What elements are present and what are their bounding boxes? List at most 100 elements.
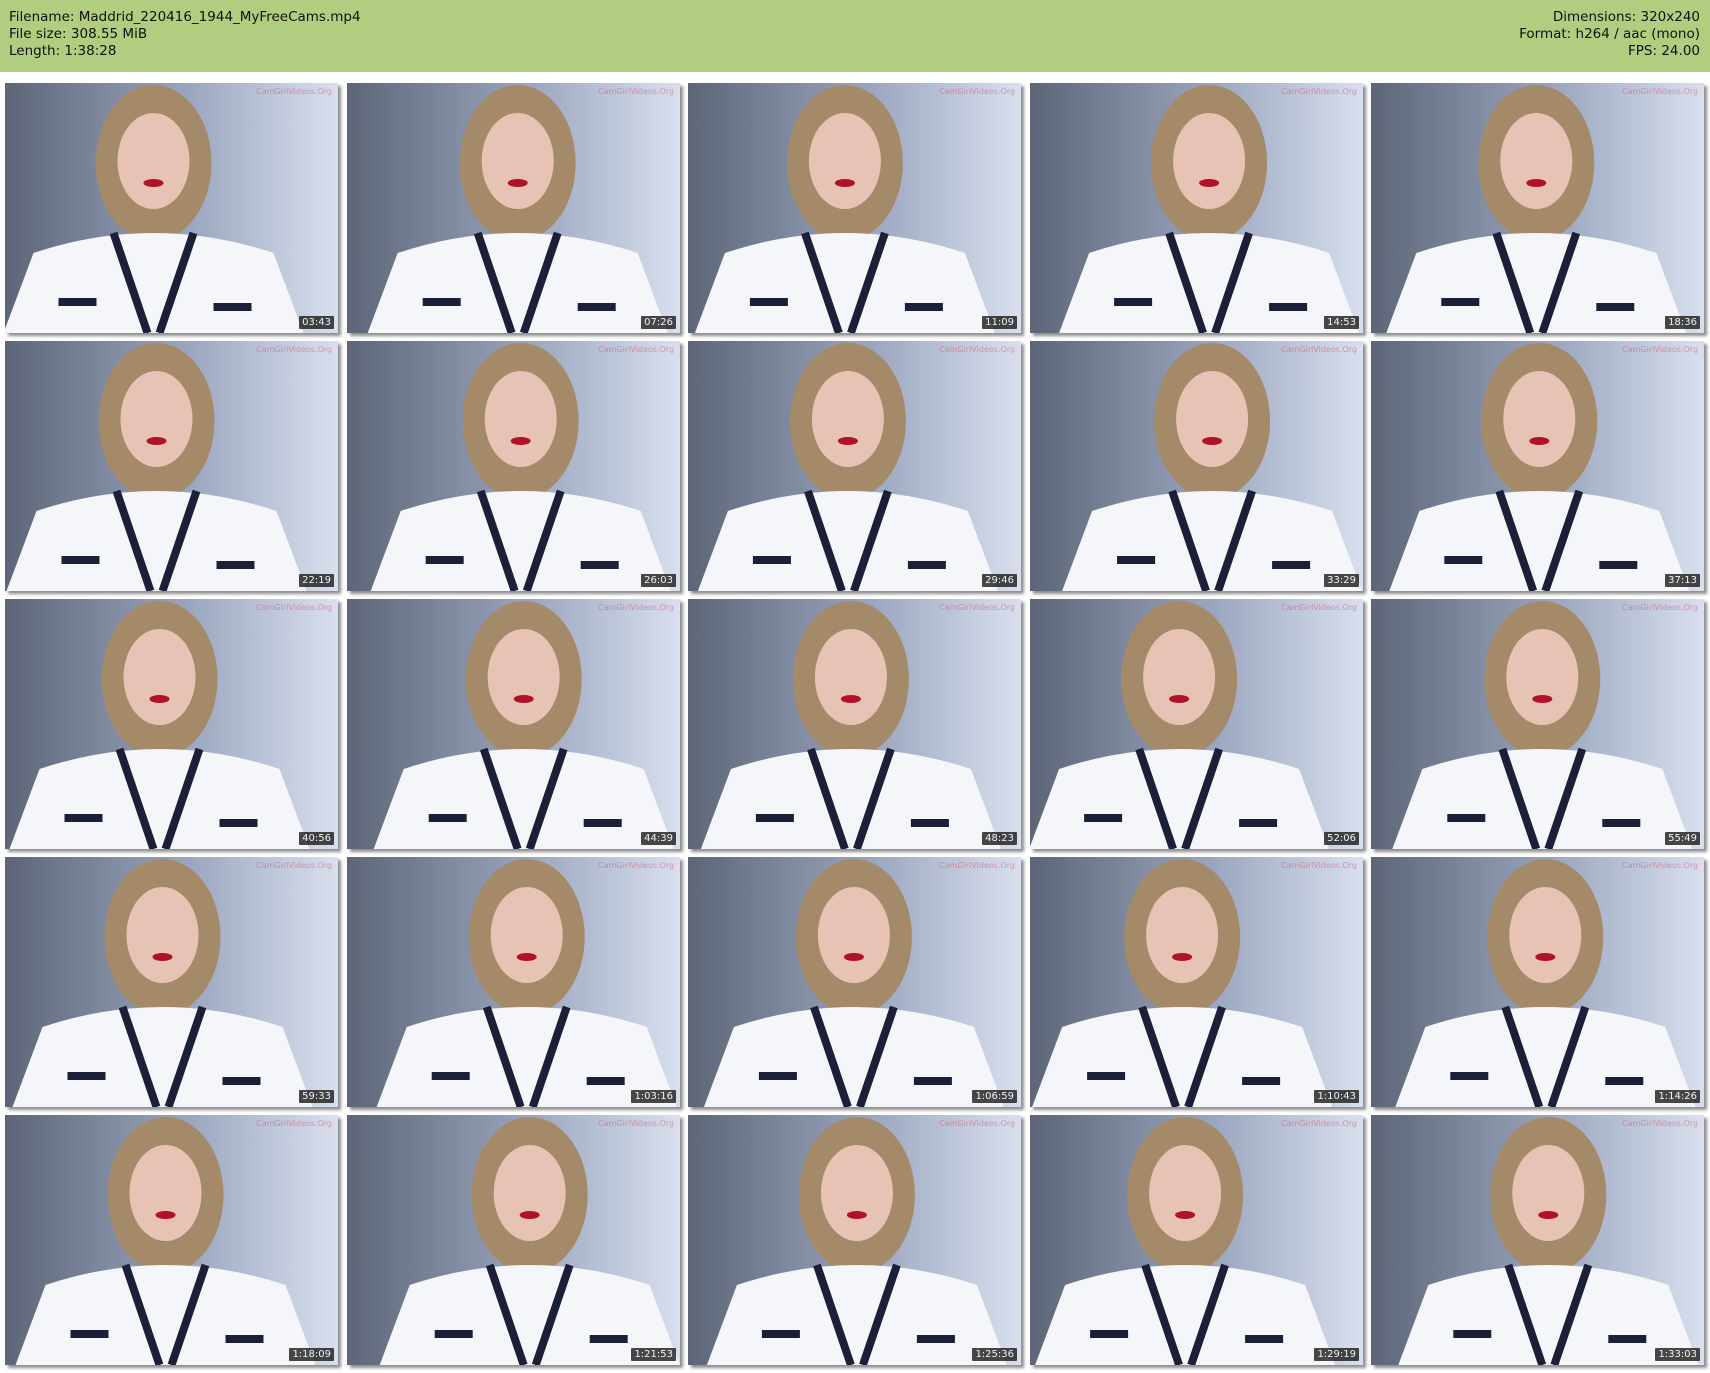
video-thumbnail: CamGirlVideos.Org 11:09 bbox=[688, 83, 1021, 333]
video-thumbnail: CamGirlVideos.Org 1:25:36 bbox=[688, 1115, 1021, 1365]
video-frame-image bbox=[688, 599, 1021, 849]
video-thumbnail: CamGirlVideos.Org 52:06 bbox=[1030, 599, 1363, 849]
video-thumbnail: CamGirlVideos.Org 07:26 bbox=[347, 83, 680, 333]
video-frame-image bbox=[688, 1115, 1021, 1365]
video-thumbnail: CamGirlVideos.Org 55:49 bbox=[1371, 599, 1704, 849]
video-frame-image bbox=[5, 341, 338, 591]
video-frame-image bbox=[1371, 599, 1704, 849]
video-frame-image bbox=[5, 599, 338, 849]
filesize-text: File size: 308.55 MiB bbox=[9, 26, 148, 42]
video-frame-image bbox=[5, 1115, 338, 1365]
thumbnail-timestamp: 37:13 bbox=[1665, 574, 1700, 587]
video-thumbnail: CamGirlVideos.Org 37:13 bbox=[1371, 341, 1704, 591]
thumbnail-timestamp: 44:39 bbox=[641, 832, 676, 845]
thumbnail-timestamp: 14:53 bbox=[1324, 316, 1359, 329]
video-thumbnail: CamGirlVideos.Org 33:29 bbox=[1030, 341, 1363, 591]
video-thumbnail: CamGirlVideos.Org 03:43 bbox=[5, 83, 338, 333]
video-frame-image bbox=[688, 83, 1021, 333]
video-thumbnail: CamGirlVideos.Org 22:19 bbox=[5, 341, 338, 591]
watermark-text: CamGirlVideos.Org bbox=[939, 87, 1015, 96]
thumbnail-timestamp: 1:10:43 bbox=[1314, 1090, 1359, 1103]
video-frame-image bbox=[1030, 857, 1363, 1107]
thumbnail-timestamp: 07:26 bbox=[641, 316, 676, 329]
file-info-left: Filename: Maddrid_220416_1944_MyFreeCams… bbox=[9, 9, 361, 60]
watermark-text: CamGirlVideos.Org bbox=[939, 861, 1015, 870]
thumbnail-timestamp: 1:33:03 bbox=[1655, 1348, 1700, 1361]
video-thumbnail: CamGirlVideos.Org 48:23 bbox=[688, 599, 1021, 849]
watermark-text: CamGirlVideos.Org bbox=[939, 603, 1015, 612]
thumbnail-timestamp: 59:33 bbox=[299, 1090, 334, 1103]
thumbnail-timestamp: 1:21:53 bbox=[631, 1348, 676, 1361]
watermark-text: CamGirlVideos.Org bbox=[256, 603, 332, 612]
thumbnail-timestamp: 55:49 bbox=[1665, 832, 1700, 845]
video-frame-image bbox=[1371, 83, 1704, 333]
video-frame-image bbox=[1030, 341, 1363, 591]
video-frame-image bbox=[1030, 599, 1363, 849]
video-thumbnail: CamGirlVideos.Org 1:03:16 bbox=[347, 857, 680, 1107]
video-frame-image bbox=[1030, 1115, 1363, 1365]
length-text: Length: 1:38:28 bbox=[9, 43, 117, 59]
video-frame-image bbox=[1030, 83, 1363, 333]
watermark-text: CamGirlVideos.Org bbox=[1622, 861, 1698, 870]
thumbnail-timestamp: 11:09 bbox=[982, 316, 1017, 329]
video-thumbnail: CamGirlVideos.Org 40:56 bbox=[5, 599, 338, 849]
thumbnail-timestamp: 40:56 bbox=[299, 832, 334, 845]
video-frame-image bbox=[347, 83, 680, 333]
video-thumbnail: CamGirlVideos.Org 1:06:59 bbox=[688, 857, 1021, 1107]
video-thumbnail: CamGirlVideos.Org 26:03 bbox=[347, 341, 680, 591]
watermark-text: CamGirlVideos.Org bbox=[256, 861, 332, 870]
video-frame-image bbox=[5, 83, 338, 333]
video-thumbnail: CamGirlVideos.Org 14:53 bbox=[1030, 83, 1363, 333]
thumbnail-timestamp: 1:14:26 bbox=[1655, 1090, 1700, 1103]
watermark-text: CamGirlVideos.Org bbox=[256, 345, 332, 354]
video-frame-image bbox=[347, 599, 680, 849]
watermark-text: CamGirlVideos.Org bbox=[598, 345, 674, 354]
watermark-text: CamGirlVideos.Org bbox=[598, 603, 674, 612]
video-thumbnail: CamGirlVideos.Org 29:46 bbox=[688, 341, 1021, 591]
video-thumbnail: CamGirlVideos.Org 1:33:03 bbox=[1371, 1115, 1704, 1365]
fps-text: FPS: 24.00 bbox=[1628, 43, 1700, 59]
dimensions-text: Dimensions: 320x240 bbox=[1552, 9, 1700, 25]
watermark-text: CamGirlVideos.Org bbox=[1622, 1119, 1698, 1128]
video-frame-image bbox=[347, 341, 680, 591]
thumbnail-timestamp: 03:43 bbox=[299, 316, 334, 329]
watermark-text: CamGirlVideos.Org bbox=[1281, 87, 1357, 96]
watermark-text: CamGirlVideos.Org bbox=[1622, 345, 1698, 354]
thumbnail-timestamp: 18:36 bbox=[1665, 316, 1700, 329]
thumbnail-timestamp: 48:23 bbox=[982, 832, 1017, 845]
thumbnail-timestamp: 1:25:36 bbox=[972, 1348, 1017, 1361]
video-thumbnail: CamGirlVideos.Org 1:14:26 bbox=[1371, 857, 1704, 1107]
watermark-text: CamGirlVideos.Org bbox=[939, 1119, 1015, 1128]
watermark-text: CamGirlVideos.Org bbox=[1622, 603, 1698, 612]
thumbnail-timestamp: 26:03 bbox=[641, 574, 676, 587]
video-frame-image bbox=[347, 857, 680, 1107]
video-thumbnail: CamGirlVideos.Org 44:39 bbox=[347, 599, 680, 849]
watermark-text: CamGirlVideos.Org bbox=[256, 87, 332, 96]
video-frame-image bbox=[347, 1115, 680, 1365]
video-thumbnail: CamGirlVideos.Org 1:21:53 bbox=[347, 1115, 680, 1365]
watermark-text: CamGirlVideos.Org bbox=[598, 861, 674, 870]
video-thumbnail: CamGirlVideos.Org 18:36 bbox=[1371, 83, 1704, 333]
video-thumbnail: CamGirlVideos.Org 59:33 bbox=[5, 857, 338, 1107]
watermark-text: CamGirlVideos.Org bbox=[598, 1119, 674, 1128]
thumbnail-timestamp: 1:18:09 bbox=[289, 1348, 334, 1361]
thumbnail-timestamp: 52:06 bbox=[1324, 832, 1359, 845]
watermark-text: CamGirlVideos.Org bbox=[939, 345, 1015, 354]
video-frame-image bbox=[5, 857, 338, 1107]
watermark-text: CamGirlVideos.Org bbox=[598, 87, 674, 96]
watermark-text: CamGirlVideos.Org bbox=[1281, 1119, 1357, 1128]
video-thumbnail: CamGirlVideos.Org 1:10:43 bbox=[1030, 857, 1363, 1107]
video-frame-image bbox=[1371, 341, 1704, 591]
video-frame-image bbox=[1371, 857, 1704, 1107]
watermark-text: CamGirlVideos.Org bbox=[256, 1119, 332, 1128]
format-text: Format: h264 / aac (mono) bbox=[1519, 26, 1700, 42]
watermark-text: CamGirlVideos.Org bbox=[1281, 345, 1357, 354]
thumbnail-timestamp: 1:29:19 bbox=[1314, 1348, 1359, 1361]
watermark-text: CamGirlVideos.Org bbox=[1281, 603, 1357, 612]
video-thumbnail: CamGirlVideos.Org 1:29:19 bbox=[1030, 1115, 1363, 1365]
info-header: Filename: Maddrid_220416_1944_MyFreeCams… bbox=[0, 0, 1710, 72]
file-info-right: Dimensions: 320x240 Format: h264 / aac (… bbox=[1519, 9, 1700, 60]
filename-text: Filename: Maddrid_220416_1944_MyFreeCams… bbox=[9, 9, 361, 25]
video-frame-image bbox=[1371, 1115, 1704, 1365]
thumbnail-timestamp: 1:03:16 bbox=[631, 1090, 676, 1103]
